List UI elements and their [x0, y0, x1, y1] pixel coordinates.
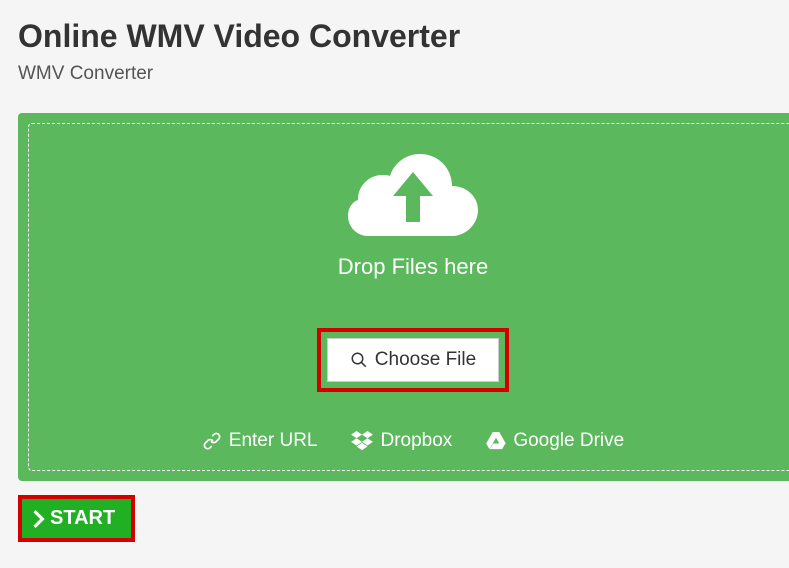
chevron-right-icon [32, 510, 46, 528]
dropzone[interactable]: Drop Files here Choose File Enter URL [28, 123, 789, 471]
choose-file-label: Choose File [375, 349, 476, 371]
choose-file-button[interactable]: Choose File [327, 338, 499, 382]
choose-file-highlight: Choose File [317, 328, 509, 392]
search-icon [350, 351, 368, 369]
dropzone-panel: Drop Files here Choose File Enter URL [18, 113, 789, 481]
dropbox-label: Dropbox [380, 430, 452, 452]
dropbox-option[interactable]: Dropbox [351, 430, 452, 452]
drop-files-text: Drop Files here [29, 254, 789, 280]
source-options: Enter URL Dropbox Google Drive [29, 430, 789, 452]
enter-url-option[interactable]: Enter URL [202, 430, 318, 452]
google-drive-label: Google Drive [513, 430, 624, 452]
cloud-upload-icon [348, 144, 478, 244]
page-title: Online WMV Video Converter [18, 18, 771, 55]
page-subtitle: WMV Converter [18, 63, 771, 85]
link-icon [202, 431, 222, 451]
enter-url-label: Enter URL [229, 430, 318, 452]
start-highlight: START [18, 495, 135, 542]
google-drive-option[interactable]: Google Drive [486, 430, 624, 452]
start-button[interactable]: START [22, 499, 131, 538]
dropbox-icon [351, 431, 373, 451]
start-label: START [50, 507, 115, 530]
google-drive-icon [486, 432, 506, 450]
